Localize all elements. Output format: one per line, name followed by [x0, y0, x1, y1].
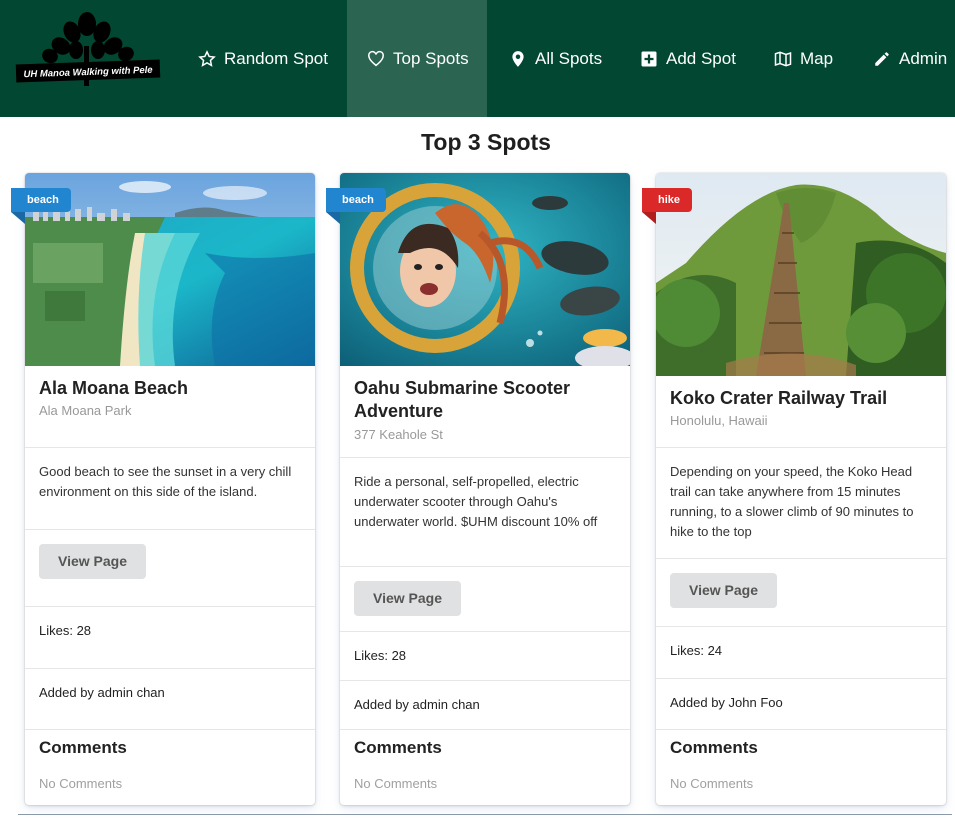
nav-random-spot-label: Random Spot: [224, 48, 328, 68]
view-page-button[interactable]: View Page: [39, 544, 146, 579]
comments-title: Comments: [39, 738, 127, 757]
spot-location: Honolulu, Hawaii: [670, 413, 768, 428]
divider: [656, 678, 946, 679]
added-by: Added by John Foo: [670, 695, 783, 710]
spot-title: Koko Crater Railway Trail: [670, 388, 888, 408]
divider: [340, 631, 630, 632]
nav-top-spots-label: Top Spots: [393, 48, 469, 68]
spot-card: beach Oahu Submarine Scooter Adventure 3…: [326, 173, 630, 805]
page-title: Top 3 Spots: [421, 129, 551, 155]
nav-random-spot[interactable]: Random Spot: [198, 0, 328, 117]
divider: [340, 457, 630, 458]
plus-square-icon: [641, 51, 657, 66]
nav-add-spot-label: Add Spot: [666, 48, 736, 68]
divider: [340, 680, 630, 681]
navbar: UH Manoa Walking with Pele Random Spot T…: [0, 0, 955, 117]
nav-admin-label: Admin: [899, 48, 948, 68]
spot-location: 377 Keahole St: [354, 427, 443, 442]
likes-count: Likes: 28: [39, 623, 92, 638]
divider: [656, 558, 946, 559]
divider: [656, 447, 946, 448]
category-tag[interactable]: hike: [642, 188, 693, 224]
spot-description: Good beach to see the sunset in a very c…: [39, 464, 292, 499]
comments-title: Comments: [354, 738, 442, 757]
divider: [656, 626, 946, 627]
added-by: Added by admin chan: [39, 685, 165, 700]
spot-card: hike Koko Crater Railway Trail Honolulu,…: [642, 173, 946, 805]
spot-title: Ala Moana Beach: [39, 378, 189, 398]
site-logo[interactable]: UH Manoa Walking with Pele: [14, 12, 162, 104]
divider: [340, 729, 630, 730]
star-icon: [198, 49, 216, 67]
comments-title: Comments: [670, 738, 758, 757]
spot-location: Ala Moana Park: [39, 403, 132, 418]
nav-admin[interactable]: Admin: [873, 0, 947, 117]
spot-description: Ride a personal, self-propelled, electri…: [354, 474, 598, 529]
divider: [340, 566, 630, 567]
nav-map-label: Map: [800, 48, 834, 68]
no-comments-text: No Comments: [39, 776, 123, 791]
spot-description: Depending on your speed, the Koko Head t…: [670, 464, 914, 539]
likes-count: Likes: 28: [354, 648, 407, 663]
category-tag[interactable]: beach: [11, 188, 71, 224]
divider: [25, 729, 315, 730]
category-tag[interactable]: beach: [326, 188, 386, 224]
heart-icon: [368, 50, 384, 66]
divider: [25, 668, 315, 669]
view-page-button[interactable]: View Page: [670, 573, 777, 608]
divider: [656, 729, 946, 730]
likes-count: Likes: 24: [670, 643, 723, 658]
nav-all-spots-label: All Spots: [535, 48, 603, 68]
nav-top-spots[interactable]: Top Spots: [347, 0, 487, 117]
divider: [25, 529, 315, 530]
spot-title: Oahu Submarine Scooter Adventure: [354, 378, 571, 421]
map-icon: [774, 50, 792, 67]
nav-map[interactable]: Map: [774, 0, 833, 117]
no-comments-text: No Comments: [670, 776, 754, 791]
map-marker-icon: [512, 50, 524, 67]
pencil-icon: [875, 51, 889, 66]
nav-add-spot[interactable]: Add Spot: [640, 0, 736, 117]
divider: [25, 447, 315, 448]
view-page-button[interactable]: View Page: [354, 581, 461, 616]
added-by: Added by admin chan: [354, 697, 480, 712]
spot-card: beach Ala Moana Beach Ala Moana Park Goo…: [11, 173, 315, 805]
divider: [25, 606, 315, 607]
spot-image[interactable]: [656, 173, 946, 376]
nav-all-spots[interactable]: All Spots: [509, 0, 602, 117]
bottom-divider: [18, 814, 952, 815]
no-comments-text: No Comments: [354, 776, 438, 791]
